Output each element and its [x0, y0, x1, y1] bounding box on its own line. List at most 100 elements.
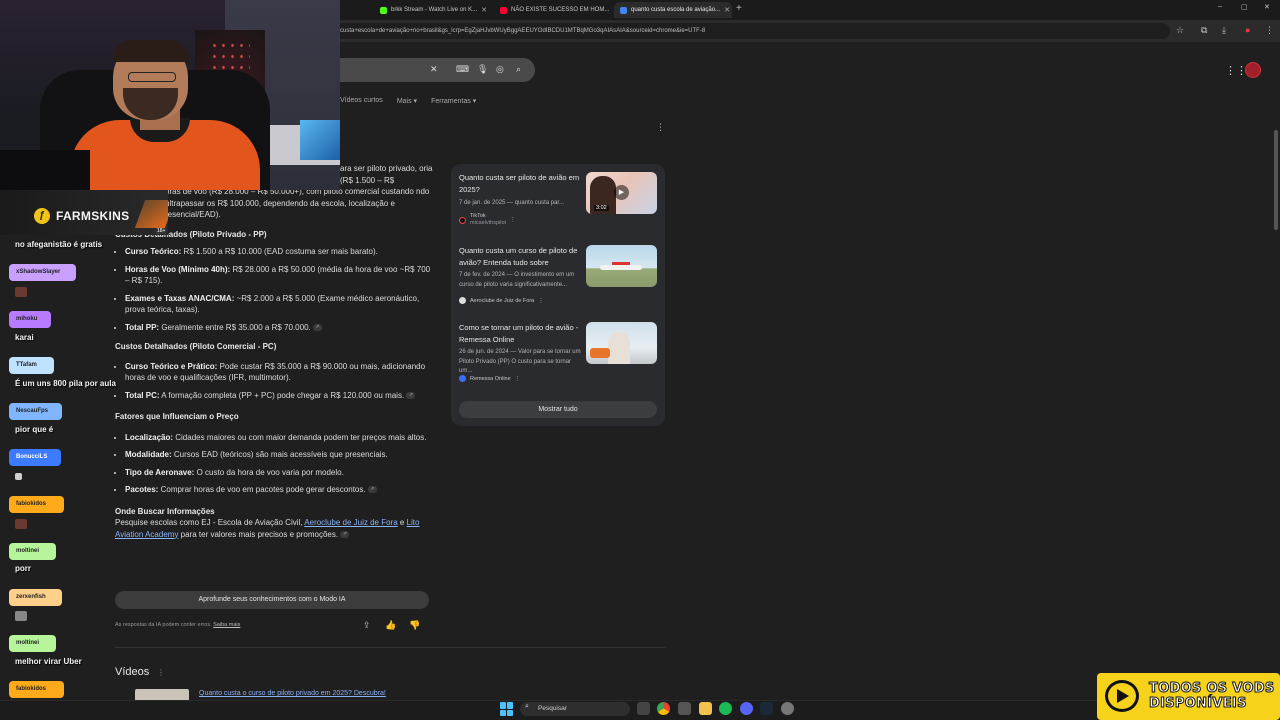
videos-menu-icon[interactable]: ⋮: [157, 668, 165, 677]
divider: [115, 647, 665, 648]
source-card[interactable]: Quanto custa ser piloto de avião em 2025…: [459, 172, 657, 232]
link-icon[interactable]: ⇗: [312, 323, 322, 331]
badge-line-1: TODOS OS VODS: [1149, 681, 1275, 697]
source-site-name: TikTok: [470, 213, 486, 219]
settings-gear-icon[interactable]: [781, 702, 794, 715]
airplane-app-icon[interactable]: [678, 702, 691, 715]
task-view-icon[interactable]: [637, 702, 650, 715]
list-item: Modalidade: Cursos EAD (teóricos) são ma…: [125, 449, 435, 461]
thumbs-up-icon[interactable]: 👍: [385, 620, 396, 631]
item-bold: Modalidade:: [125, 450, 172, 459]
source-card[interactable]: Quanto custa um curso de piloto de avião…: [459, 245, 657, 305]
where-post: para ter valores mais precisos e promoçõ…: [178, 529, 339, 539]
close-icon[interactable]: ✕: [481, 6, 487, 14]
source-snippet: 26 de jun. de 2024 — Valor para se torna…: [459, 349, 581, 374]
source-menu-icon[interactable]: ⋮: [515, 376, 521, 382]
tab-more[interactable]: Mais ▾: [397, 97, 417, 105]
chat-message: no afeganistão é gratis: [15, 240, 103, 249]
source-snippet: 7 de fev. de 2024 — O investimento em um…: [459, 272, 575, 288]
badge-line-2: DISPONÍVEIS: [1149, 696, 1247, 712]
section-title-pc: Custos Detalhados (Piloto Comercial - PC…: [115, 342, 277, 351]
extensions-icon[interactable]: ⧉: [1201, 25, 1207, 36]
item-bold: Total PP:: [125, 322, 160, 332]
share-icon[interactable]: ⇪: [363, 620, 371, 631]
spotify-icon[interactable]: [719, 702, 732, 715]
chat-message: É um uns 800 pila por aula: [15, 379, 116, 388]
chat-emote: [15, 287, 27, 297]
chat-username: BonucciLS: [9, 449, 61, 466]
tab-youtube-video[interactable]: NÃO EXISTE SUCESSO EM HOM... ✕: [494, 2, 612, 18]
folder-icon[interactable]: [699, 702, 712, 715]
chat-username: NescauFps: [9, 403, 62, 420]
ai-mode-button[interactable]: Aprofunde seus conhecimentos com o Modo …: [115, 591, 429, 609]
tab-google-search[interactable]: quanto custa escola de aviação... ✕: [614, 2, 732, 18]
tab-kick-stream[interactable]: brkk Stream - Watch Live on K... ✕: [374, 2, 492, 18]
profile-icon[interactable]: ●: [1245, 25, 1250, 35]
learn-more-link[interactable]: Saiba mais: [213, 622, 240, 628]
airplane-thumbnail[interactable]: [586, 245, 657, 287]
maximize-button[interactable]: ▢: [1241, 3, 1248, 11]
section-title-factors: Fatores que Influenciam o Preço: [115, 412, 239, 421]
tab-tools[interactable]: Ferramentas ▾: [431, 97, 476, 105]
chat-username: TTafam: [9, 357, 54, 374]
keyboard-icon[interactable]: ⌨: [456, 64, 469, 75]
google-apps-icon[interactable]: ⋮⋮: [1225, 64, 1247, 77]
steam-icon[interactable]: [760, 702, 773, 715]
kick-favicon-icon: [380, 6, 387, 14]
list-item: Curso Teórico: R$ 1.500 a R$ 10.000 (EAD…: [125, 246, 435, 258]
taskbar-search-input[interactable]: Pesquisar: [520, 702, 630, 716]
menu-kebab-icon[interactable]: ⋮: [1265, 25, 1274, 36]
source-menu-icon[interactable]: ⋮: [510, 217, 516, 223]
item-text: Cidades maiores ou com maior demanda pod…: [175, 432, 427, 442]
chat-emote: [15, 611, 27, 621]
sponsor-name: FARMSKINS: [56, 209, 130, 223]
sponsor-banner: ƒ FARMSKINS 18+: [0, 190, 168, 235]
link-icon[interactable]: ⇗: [367, 486, 377, 494]
discord-icon[interactable]: [740, 702, 753, 715]
pilot-thumbnail[interactable]: [586, 322, 657, 364]
bookmark-star-icon[interactable]: ☆: [1176, 25, 1184, 36]
thumbs-down-icon[interactable]: 👎: [409, 620, 420, 631]
blue-screen-light: [300, 120, 340, 160]
video-thumbnail[interactable]: ▶ 3:02: [586, 172, 657, 214]
lens-icon[interactable]: ◎: [496, 64, 504, 75]
farmskins-logo-icon: ƒ: [34, 208, 50, 224]
chat-username: fabiokidos: [9, 681, 64, 698]
url-input[interactable]: custa+escola+de+aviação+no+brasil&gs_lcr…: [330, 23, 1170, 39]
avatar[interactable]: [1245, 62, 1261, 78]
item-text: R$ 1.500 a R$ 10.000 (EAD costuma ser ma…: [183, 247, 378, 256]
ai-overview-menu-icon[interactable]: ⋮: [656, 122, 665, 133]
link-icon[interactable]: ⇗: [406, 391, 416, 399]
window-close-button[interactable]: ✕: [1264, 3, 1270, 11]
video-title-link[interactable]: Quanto custa o curso de piloto privado e…: [199, 690, 386, 697]
close-icon[interactable]: ✕: [724, 6, 730, 14]
link-aeroclube[interactable]: Aeroclube de Juiz de Fora: [304, 518, 397, 527]
plane-icon: [459, 297, 466, 304]
source-site: TikTok micaelvthspilot ⋮: [459, 213, 516, 227]
chat-emote: [15, 473, 22, 480]
source-menu-icon[interactable]: ⋮: [538, 298, 544, 304]
ai-sources-panel: Quanto custa ser piloto de avião em 2025…: [451, 164, 665, 426]
chat-emote: [15, 519, 27, 529]
windows-start-icon[interactable]: [500, 702, 514, 716]
minimize-button[interactable]: –: [1218, 3, 1222, 10]
list-item: Curso Teórico e Prático: Pode custar R$ …: [125, 361, 435, 384]
pilot-figure: [608, 332, 630, 364]
airplane-shape: [600, 265, 642, 270]
new-tab-button[interactable]: +: [736, 3, 742, 14]
list-item: Localização: Cidades maiores ou com maio…: [125, 432, 435, 444]
show-all-button[interactable]: Mostrar tudo: [459, 401, 657, 418]
search-input[interactable]: ✕ ⌨ 🎙 ◎ ⌕: [320, 58, 535, 82]
chat-username: fabiokidos: [9, 496, 64, 513]
source-card[interactable]: Como se tornar um piloto de avião - Reme…: [459, 322, 657, 382]
tab-short-videos[interactable]: Vídeos curtos: [340, 97, 383, 105]
chrome-icon[interactable]: [657, 702, 670, 715]
mic-icon[interactable]: 🎙: [477, 64, 488, 75]
download-icon[interactable]: ⤓: [1222, 25, 1226, 36]
webcam-feed: [0, 0, 340, 190]
play-icon[interactable]: ▶: [614, 185, 629, 200]
search-icon[interactable]: ⌕: [516, 64, 521, 75]
clear-icon[interactable]: ✕: [430, 64, 438, 75]
link-icon[interactable]: ⇗: [340, 530, 350, 538]
scrollbar-thumb[interactable]: [1274, 130, 1278, 230]
